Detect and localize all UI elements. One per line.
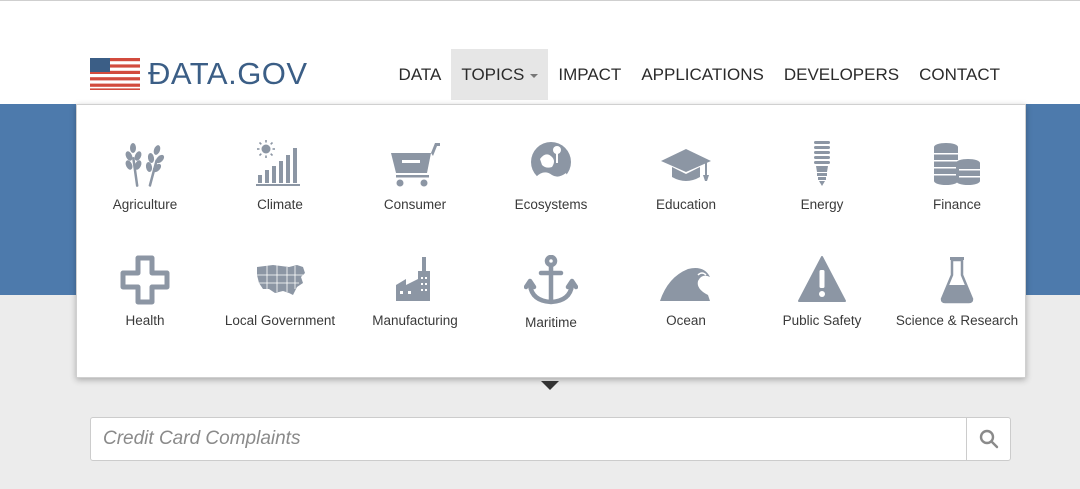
nav-applications[interactable]: APPLICATIONS bbox=[631, 49, 774, 100]
topic-label: Agriculture bbox=[112, 197, 178, 212]
topic-local-government[interactable]: Local Government bbox=[212, 255, 348, 330]
topic-ecosystems[interactable]: Ecosystems bbox=[483, 139, 619, 214]
topic-public-safety[interactable]: Public Safety bbox=[754, 255, 890, 330]
topic-climate[interactable]: Climate bbox=[212, 139, 348, 214]
anchor-icon bbox=[524, 255, 578, 305]
main-nav: DATA TOPICS IMPACT APPLICATIONS DEVELOPE… bbox=[389, 49, 1010, 100]
topic-label: Climate bbox=[257, 197, 303, 212]
shopping-cart-icon bbox=[391, 143, 440, 187]
graduation-cap-icon bbox=[661, 149, 711, 181]
climate-icon bbox=[256, 140, 300, 186]
topic-finance[interactable]: Finance bbox=[889, 139, 1025, 214]
flask-icon bbox=[940, 257, 974, 304]
topic-ocean[interactable]: Ocean bbox=[618, 255, 754, 330]
logo-text: ĐATA.GOV bbox=[148, 56, 308, 91]
topic-manufacturing[interactable]: Manufacturing bbox=[347, 255, 483, 330]
lightbulb-icon bbox=[814, 141, 830, 186]
ecosystems-icon bbox=[531, 142, 571, 184]
topic-label: Energy bbox=[800, 197, 844, 212]
topic-label: Consumer bbox=[383, 197, 447, 212]
topic-energy[interactable]: Energy bbox=[754, 139, 890, 214]
nav-impact[interactable]: IMPACT bbox=[548, 49, 631, 100]
search-icon bbox=[979, 429, 998, 449]
nav-applications-label: APPLICATIONS bbox=[641, 65, 764, 84]
nav-topics-label: TOPICS bbox=[461, 65, 525, 84]
nav-impact-label: IMPACT bbox=[558, 65, 622, 84]
topic-label: Public Safety bbox=[782, 313, 862, 328]
medical-cross-icon bbox=[120, 255, 170, 305]
nav-contact-label: CONTACT bbox=[919, 65, 1000, 84]
wave-icon bbox=[660, 268, 710, 301]
us-flag-icon bbox=[90, 58, 140, 90]
site-logo[interactable]: ĐATA.GOV bbox=[90, 57, 308, 91]
coins-icon bbox=[934, 143, 980, 185]
warning-icon bbox=[798, 256, 846, 302]
nav-developers[interactable]: DEVELOPERS bbox=[774, 49, 909, 100]
nav-data-label: DATA bbox=[398, 65, 442, 84]
topic-label: Finance bbox=[932, 197, 982, 212]
dropdown-pointer-icon bbox=[541, 381, 559, 390]
topic-label: Local Government bbox=[224, 313, 336, 328]
topic-label: Science & Research bbox=[895, 313, 1019, 328]
topic-health[interactable]: Health bbox=[77, 255, 213, 330]
topic-science-research[interactable]: Science & Research bbox=[889, 255, 1025, 330]
topic-maritime[interactable]: Maritime bbox=[483, 255, 619, 332]
caret-down-icon bbox=[530, 74, 539, 78]
topic-label: Ocean bbox=[666, 313, 706, 328]
topic-label: Ecosystems bbox=[514, 197, 588, 212]
topic-agriculture[interactable]: Agriculture bbox=[77, 139, 213, 214]
search-input[interactable] bbox=[91, 418, 967, 460]
us-map-icon bbox=[257, 265, 305, 295]
topic-label: Manufacturing bbox=[372, 313, 458, 328]
topic-label: Education bbox=[655, 197, 717, 212]
factory-icon bbox=[396, 257, 430, 301]
nav-topics[interactable]: TOPICS bbox=[451, 49, 549, 100]
nav-data[interactable]: DATA bbox=[389, 49, 452, 100]
topic-label: Maritime bbox=[525, 315, 577, 330]
nav-contact[interactable]: CONTACT bbox=[909, 49, 1010, 100]
wheat-icon bbox=[125, 143, 165, 187]
topic-label: Health bbox=[125, 313, 165, 328]
search-bar bbox=[90, 417, 1011, 461]
topics-dropdown: Agriculture Climate Consumer Ecosystems … bbox=[76, 104, 1026, 378]
site-header: ĐATA.GOV DATA TOPICS IMPACT APPLICATIONS… bbox=[0, 0, 1080, 104]
nav-developers-label: DEVELOPERS bbox=[783, 65, 900, 84]
topic-consumer[interactable]: Consumer bbox=[347, 139, 483, 214]
search-button[interactable] bbox=[966, 418, 1010, 460]
topic-education[interactable]: Education bbox=[618, 139, 754, 214]
